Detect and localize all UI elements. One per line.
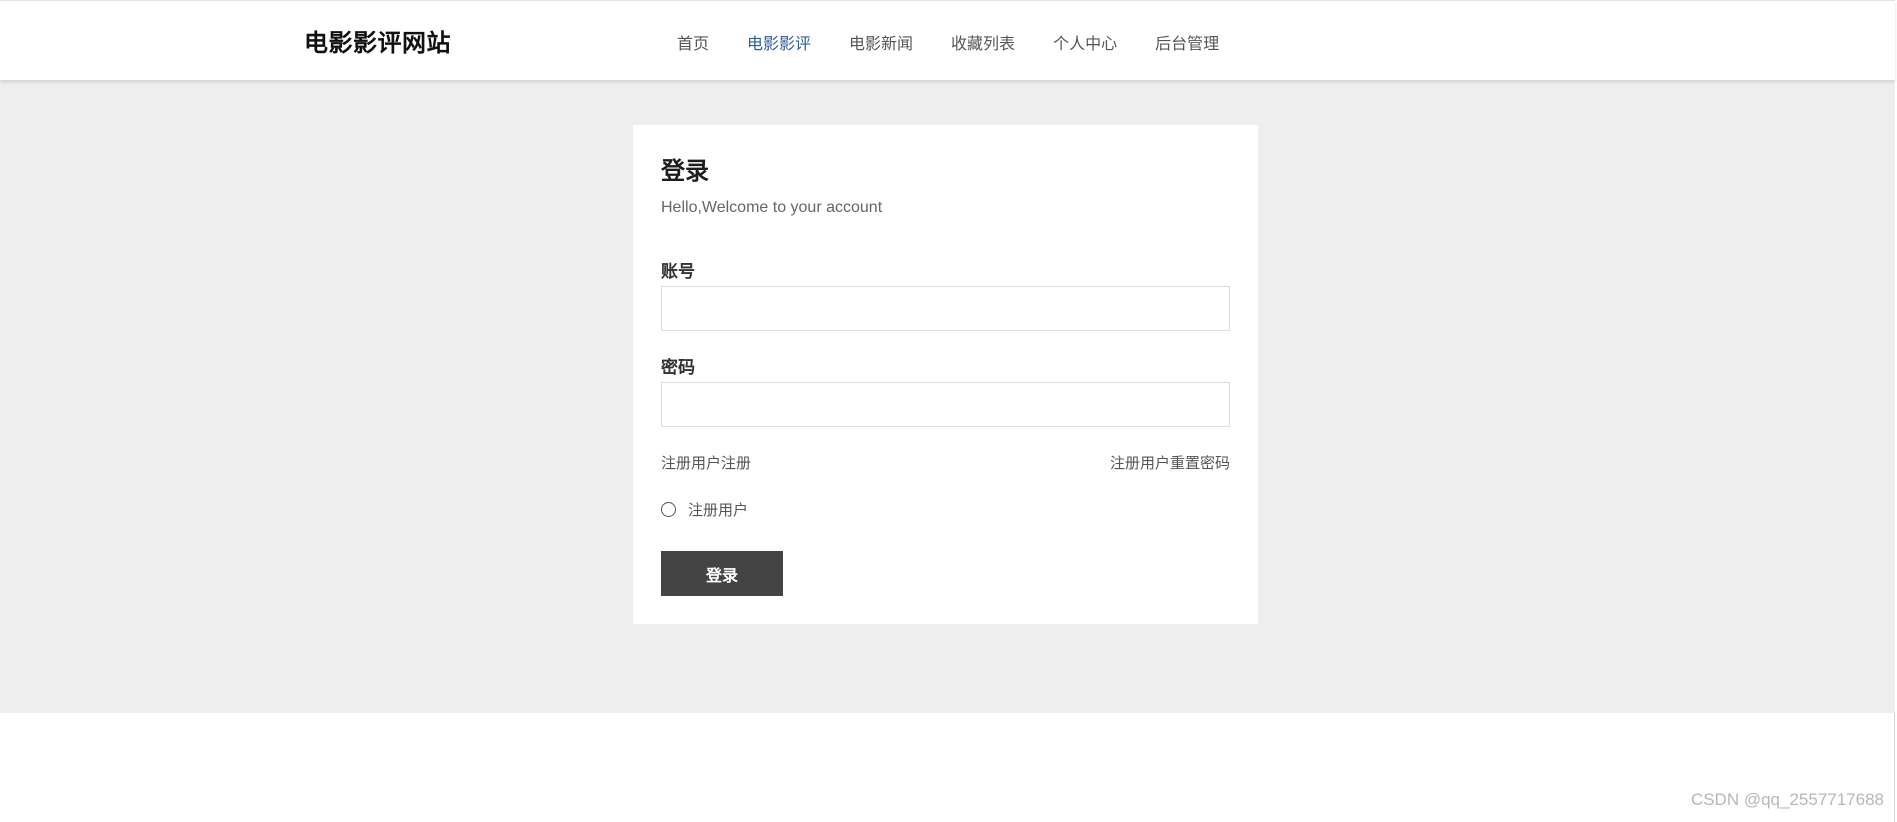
main-nav: 首页 电影影评 电影新闻 收藏列表 个人中心 后台管理	[677, 30, 1219, 54]
nav-link-movie-reviews[interactable]: 电影影评	[747, 30, 811, 54]
nav-link-movie-news[interactable]: 电影新闻	[849, 30, 913, 54]
register-link[interactable]: 注册用户注册	[661, 452, 751, 473]
radio-circle-icon[interactable]	[661, 502, 676, 517]
login-title: 登录	[661, 158, 709, 185]
account-label: 账号	[661, 262, 695, 281]
role-radio-option[interactable]: 注册用户	[661, 499, 748, 520]
nav-link-user-center[interactable]: 个人中心	[1053, 30, 1117, 54]
site-header: 电影影评网站 首页 电影影评 电影新闻 收藏列表 个人中心 后台管理	[0, 0, 1895, 80]
login-button[interactable]: 登录	[661, 551, 783, 596]
nav-link-home[interactable]: 首页	[677, 30, 709, 54]
password-input[interactable]	[661, 382, 1230, 427]
role-radio-label[interactable]: 注册用户	[688, 499, 748, 520]
account-input[interactable]	[661, 286, 1230, 331]
reset-password-link[interactable]: 注册用户重置密码	[1110, 452, 1230, 473]
watermark: CSDN @qq_2557717688	[1690, 790, 1884, 809]
nav-link-admin[interactable]: 后台管理	[1155, 30, 1219, 54]
site-logo[interactable]: 电影影评网站	[304, 23, 451, 58]
nav-link-favorites[interactable]: 收藏列表	[951, 30, 1015, 54]
password-label: 密码	[661, 358, 695, 377]
login-card: 登录 Hello,Welcome to your account 账号 密码 注…	[633, 125, 1258, 624]
login-subtitle: Hello,Welcome to your account	[661, 199, 883, 216]
